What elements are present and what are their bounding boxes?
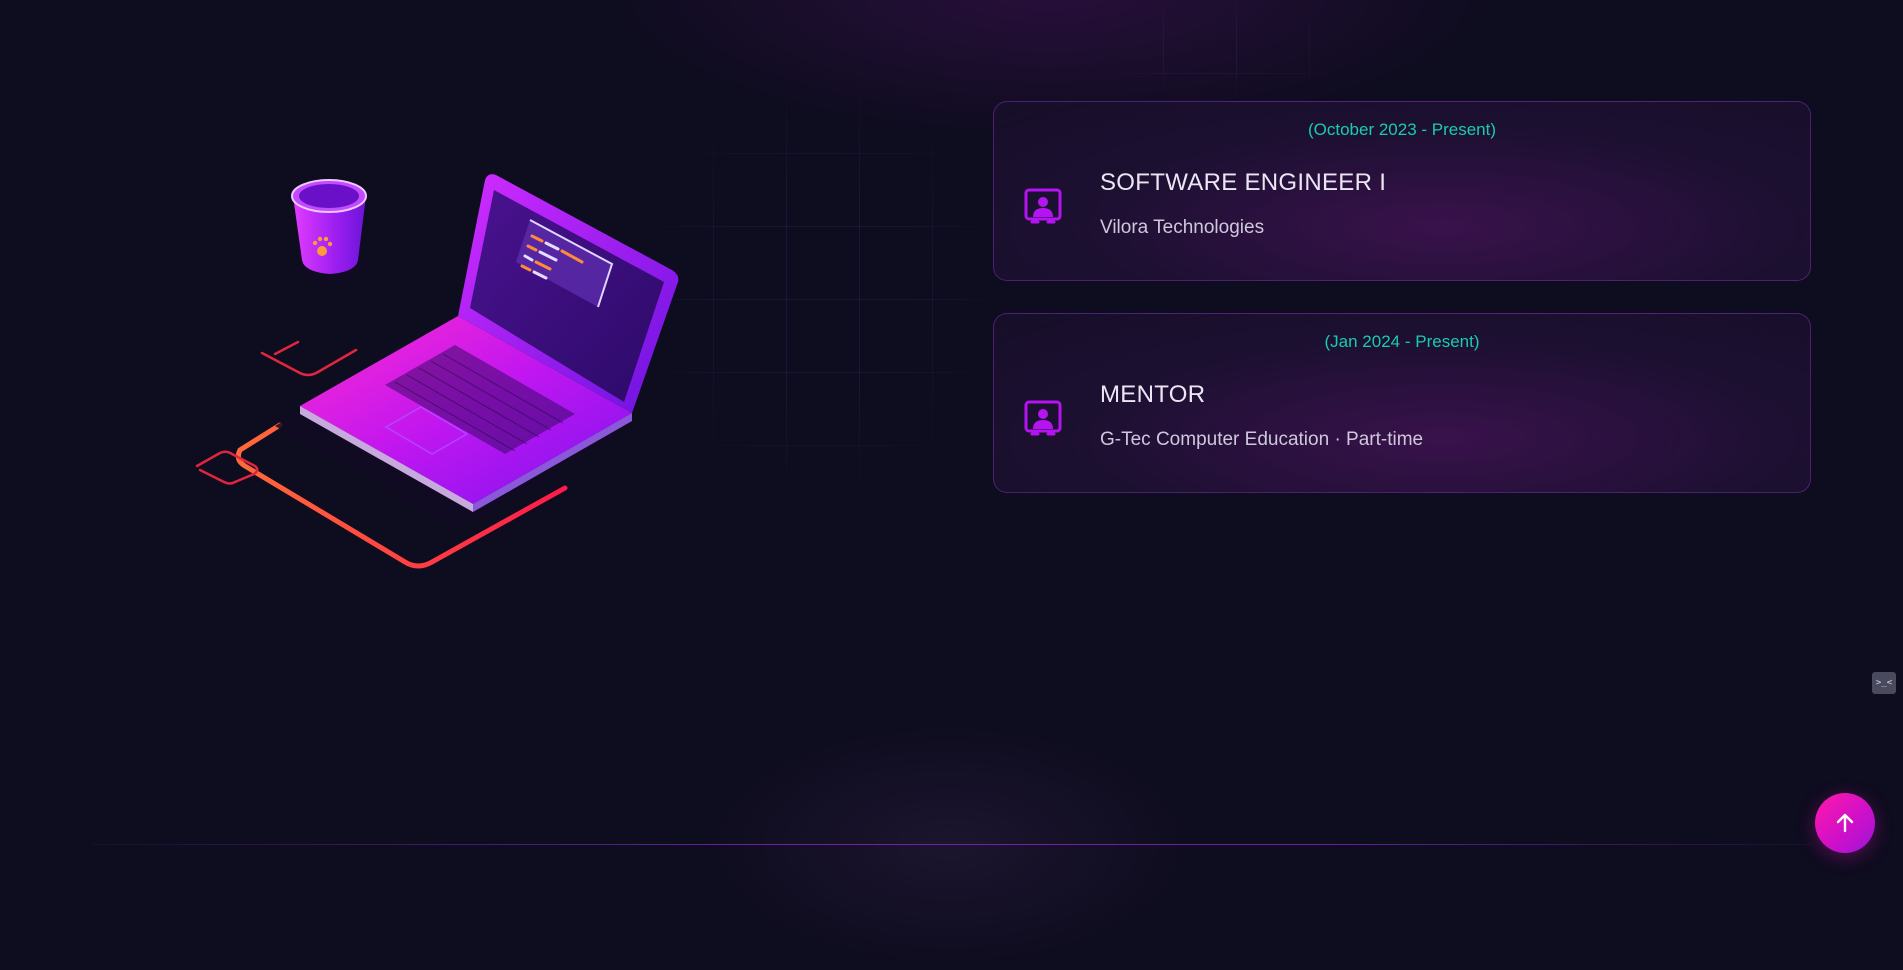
experience-card: (October 2023 - Present) SOFTWARE ENGINE… xyxy=(993,101,1811,281)
experience-card: (Jan 2024 - Present) MENTOR G-Tec Comput… xyxy=(993,313,1811,493)
user-badge-icon xyxy=(1024,400,1062,436)
decorative-grid-top xyxy=(1090,0,1350,95)
footer-divider xyxy=(92,844,1811,845)
arrow-up-icon xyxy=(1836,813,1854,833)
job-title: MENTOR xyxy=(1100,381,1206,408)
back-to-top-button[interactable] xyxy=(1815,793,1875,853)
experience-date: (October 2023 - Present) xyxy=(1307,120,1497,139)
laptop-illustration xyxy=(195,174,679,569)
bot-widget-icon[interactable]: >_< xyxy=(1872,672,1896,694)
company-name: G-Tec Computer Education · Part-time xyxy=(1100,429,1424,450)
job-title: SOFTWARE ENGINEER I xyxy=(1100,169,1387,196)
experience-date: (Jan 2024 - Present) xyxy=(1324,332,1480,351)
user-badge-icon xyxy=(1024,188,1062,224)
bottom-glow xyxy=(700,720,1200,970)
company-name: Vilora Technologies xyxy=(1100,217,1265,238)
